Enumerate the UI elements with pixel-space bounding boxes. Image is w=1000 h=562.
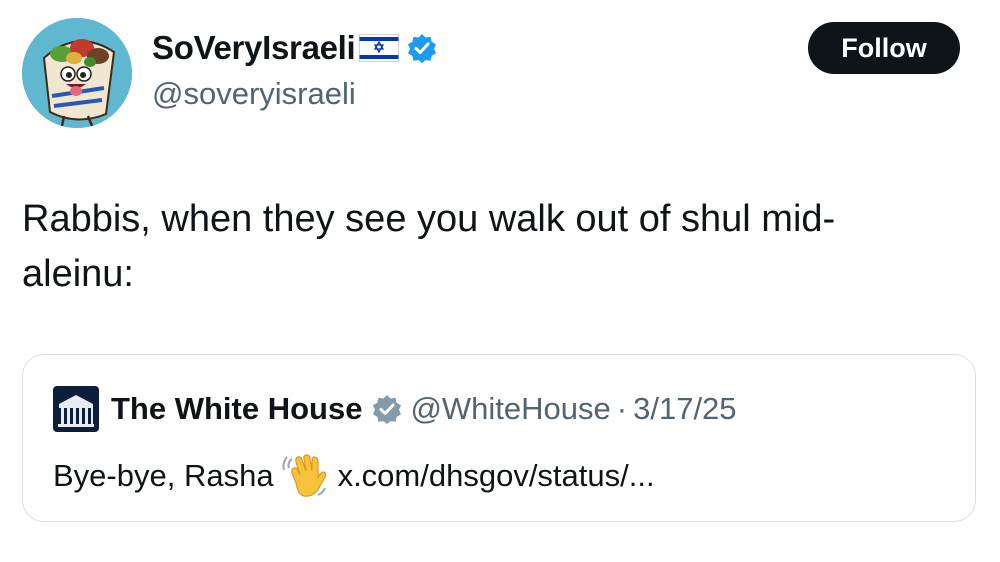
cartoon-falafel-avatar-icon	[22, 18, 132, 128]
tweet-text-line-2: aleinu:	[22, 253, 134, 295]
quote-tweet-link[interactable]: x.com/dhsgov/status/...	[338, 458, 655, 494]
author-handle[interactable]: @soveryisraeli	[152, 76, 356, 112]
israel-flag-icon	[359, 34, 400, 62]
quote-tweet-display-name[interactable]: The White House	[111, 391, 362, 427]
quote-tweet-date[interactable]: 3/17/25	[633, 391, 736, 427]
quote-tweet-handle[interactable]: @WhiteHouse	[410, 391, 610, 427]
white-house-building-icon[interactable]	[53, 386, 99, 432]
gray-verified-badge-icon[interactable]	[372, 394, 402, 424]
follow-button[interactable]: Follow	[808, 22, 960, 74]
waving-hand-icon	[282, 453, 328, 499]
author-display-name[interactable]: SoVeryIsraeli	[152, 29, 356, 67]
author-name-row: SoVeryIsraeli	[152, 26, 437, 70]
tweet-text-line-1: Rabbis, when they see you walk out of sh…	[22, 198, 836, 240]
quote-tweet-text-prefix: Bye-bye, Rasha	[53, 458, 274, 493]
author-avatar[interactable]	[22, 18, 132, 128]
quote-tweet-text: Bye-bye, Rasha x.com/dhsgov/status/...	[53, 453, 655, 499]
quote-tweet-separator: ·	[616, 391, 628, 426]
tweet-text: Rabbis, when they see you walk out of sh…	[22, 192, 942, 302]
quote-tweet-card[interactable]: The White House @WhiteHouse · 3/17/25 By…	[22, 354, 976, 522]
quote-tweet-header: The White House @WhiteHouse · 3/17/25	[53, 386, 737, 432]
verified-badge-icon[interactable]	[407, 33, 437, 63]
